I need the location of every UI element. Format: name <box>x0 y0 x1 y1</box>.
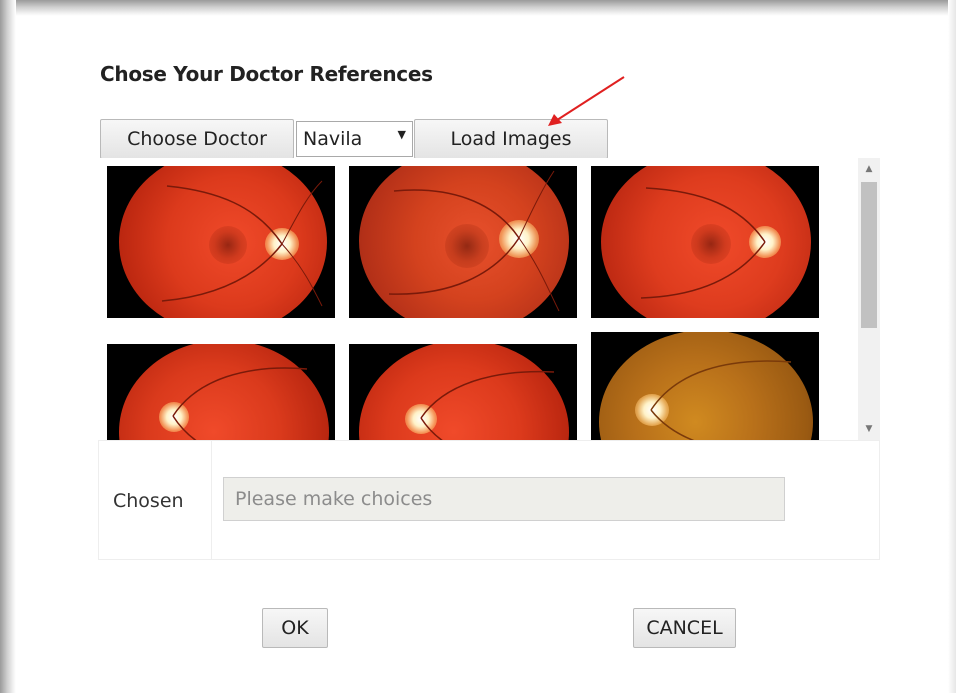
ok-button[interactable]: OK <box>262 608 328 648</box>
vessels <box>172 367 308 440</box>
doctor-select[interactable]: Navila ▼ <box>296 121 413 157</box>
choose-doctor-button[interactable]: Choose Doctor <box>100 119 294 159</box>
fundus-image-4[interactable] <box>107 344 335 440</box>
vessels <box>640 187 766 299</box>
gallery-scrollbar[interactable]: ▲ ▼ <box>858 158 880 440</box>
dialog-title: Chose Your Doctor References <box>100 62 433 86</box>
vessels <box>420 370 555 440</box>
annotation-arrow-icon <box>548 76 625 126</box>
cancel-button[interactable]: CANCEL <box>633 608 736 648</box>
chevron-down-icon: ▼ <box>397 128 406 141</box>
chosen-input[interactable] <box>223 477 785 521</box>
vessels <box>161 180 323 307</box>
fundus-image-5[interactable] <box>349 344 577 440</box>
load-images-label: Load Images <box>450 128 572 150</box>
scroll-up-icon[interactable]: ▲ <box>858 160 880 178</box>
scrollbar-thumb[interactable] <box>861 182 877 328</box>
fundus-image-3[interactable] <box>591 166 819 318</box>
window-frame-top <box>0 0 956 16</box>
vessels <box>650 360 792 440</box>
doctor-select-value: Navila <box>303 128 363 150</box>
vessels <box>388 170 560 312</box>
fundus-image-2[interactable] <box>349 166 577 318</box>
chosen-panel: Chosen <box>98 440 880 560</box>
ok-label: OK <box>281 617 309 639</box>
image-gallery[interactable] <box>98 158 880 440</box>
choose-doctor-label: Choose Doctor <box>127 128 267 150</box>
window-frame-right <box>948 0 956 693</box>
cancel-label: CANCEL <box>646 617 723 639</box>
scroll-down-icon[interactable]: ▼ <box>858 420 880 438</box>
chosen-label: Chosen <box>113 490 184 512</box>
fundus-image-6[interactable] <box>591 332 819 440</box>
window-frame-left <box>0 0 16 693</box>
fundus-image-1[interactable] <box>107 166 335 318</box>
chosen-divider <box>211 441 212 559</box>
